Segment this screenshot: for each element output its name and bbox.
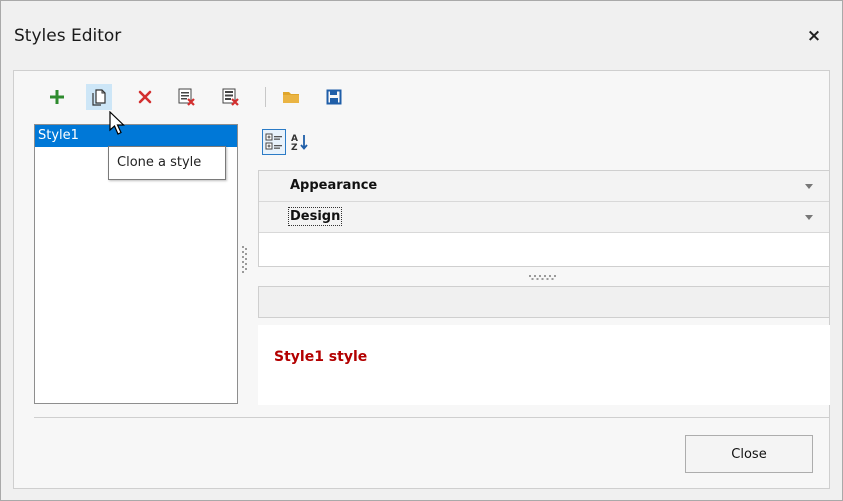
categorized-icon [265, 133, 282, 150]
list-item[interactable]: Style1 [35, 125, 237, 147]
chevron-down-icon[interactable] [805, 184, 813, 189]
clear-styles-button[interactable] [218, 84, 244, 110]
folder-icon [283, 92, 299, 103]
sort-az-icon: A Z [291, 134, 308, 152]
preview-text: Style1 style [274, 349, 368, 365]
title-bar: Styles Editor × [1, 1, 842, 69]
styles-editor-dialog: Styles Editor × Style1 A Z Appearance De… [0, 0, 843, 501]
horizontal-splitter-grip[interactable] [529, 275, 559, 281]
style-preview: Style1 style [258, 325, 830, 405]
toolbar-separator [265, 87, 266, 107]
vertical-splitter-grip[interactable] [242, 246, 248, 276]
clone-style-button[interactable] [86, 84, 112, 110]
chevron-down-icon[interactable] [805, 215, 813, 220]
close-window-icon[interactable]: × [804, 26, 824, 46]
alphabetical-sort-button[interactable]: A Z [288, 129, 312, 155]
categorized-view-button[interactable] [262, 129, 286, 155]
copy-page-icon [92, 89, 106, 106]
tooltip: Clone a style [108, 146, 226, 180]
property-grid[interactable]: Appearance Design [258, 170, 830, 267]
open-file-button[interactable] [278, 84, 304, 110]
divider [34, 417, 830, 418]
list-delete-icon [178, 88, 195, 106]
add-style-button[interactable] [44, 84, 70, 110]
red-x-icon [138, 90, 152, 104]
plus-icon [50, 90, 64, 104]
purge-styles-button[interactable] [174, 84, 200, 110]
close-button[interactable]: Close [685, 435, 813, 473]
editor-content: Style1 A Z Appearance Design Style1 styl… [13, 70, 830, 489]
save-file-button[interactable] [321, 84, 347, 110]
mouse-cursor-icon [109, 111, 125, 135]
list-clear-icon [222, 88, 239, 106]
category-row-appearance[interactable]: Appearance [259, 171, 829, 202]
window-title: Styles Editor [14, 26, 122, 46]
category-row-design[interactable]: Design [259, 202, 829, 233]
delete-style-button[interactable] [132, 84, 158, 110]
category-label: Appearance [290, 178, 378, 193]
property-description [258, 286, 830, 318]
floppy-disk-icon [326, 89, 342, 105]
category-label: Design [287, 207, 343, 226]
svg-text:Z: Z [291, 143, 298, 152]
